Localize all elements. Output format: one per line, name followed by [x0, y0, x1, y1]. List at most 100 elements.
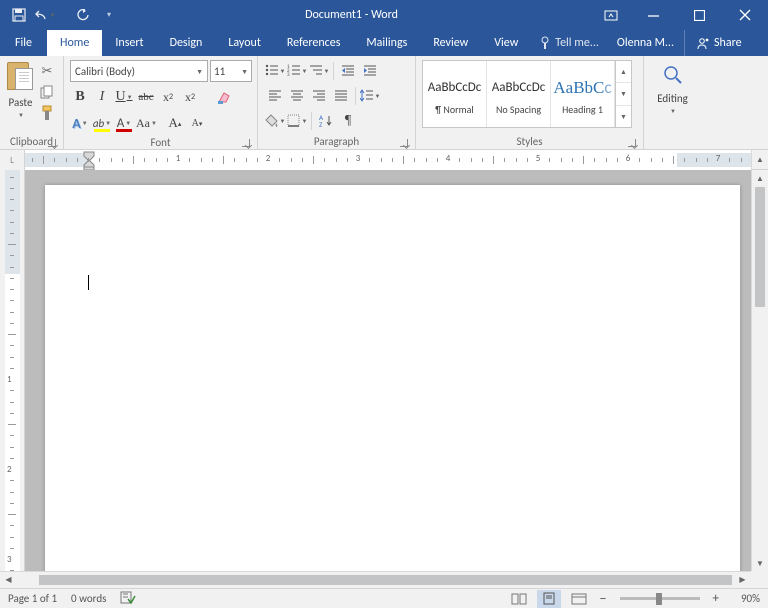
find-button[interactable] [662, 64, 684, 90]
bullets-button[interactable]: ▼ [264, 60, 286, 82]
window-controls [592, 0, 768, 30]
zoom-slider[interactable] [620, 597, 700, 600]
cut-button[interactable]: ✂ [37, 62, 57, 80]
vscroll-thumb[interactable] [755, 187, 765, 307]
format-painter-button[interactable] [37, 104, 57, 122]
ruler-vertical[interactable]: 123 [0, 170, 25, 588]
document-title: Document1 - Word [111, 8, 592, 22]
style-no-spacing[interactable]: AaBbCcDc No Spacing [487, 61, 551, 127]
redo-button[interactable] [72, 4, 94, 26]
minimize-button[interactable] [630, 0, 676, 30]
user-account[interactable]: Olenna M... [607, 30, 684, 56]
paste-button[interactable]: Paste ▼ [6, 60, 35, 119]
word-count[interactable]: 0 words [71, 592, 106, 605]
read-mode-button[interactable] [507, 590, 531, 608]
vertical-scrollbar[interactable]: ▲ ▼ [751, 170, 768, 572]
editing-label: Editing [657, 92, 688, 105]
share-button[interactable]: Share [684, 30, 754, 56]
italic-button[interactable]: I [92, 86, 112, 108]
align-left-button[interactable] [264, 85, 286, 107]
tab-design[interactable]: Design [157, 30, 216, 56]
font-launcher[interactable] [240, 137, 251, 148]
tab-references[interactable]: References [274, 30, 354, 56]
clipboard-launcher[interactable] [46, 137, 57, 148]
shrink-font-button[interactable]: A▾ [187, 112, 207, 134]
tab-file[interactable]: File [0, 30, 47, 56]
spell-check-icon[interactable] [120, 590, 136, 607]
multilevel-list-button[interactable]: ▼ [308, 60, 330, 82]
justify-button[interactable] [330, 85, 352, 107]
scroll-down-button[interactable]: ▼ [752, 555, 768, 572]
borders-button[interactable]: ▼ [286, 110, 308, 132]
tab-layout[interactable]: Layout [215, 30, 274, 56]
decrease-indent-button[interactable] [337, 60, 359, 82]
tab-selector[interactable]: L [0, 150, 25, 170]
tab-review[interactable]: Review [420, 30, 481, 56]
style-name-heading1: Heading 1 [562, 103, 603, 116]
ruler-toggle-button[interactable]: ▲ [751, 150, 768, 169]
zoom-out-button[interactable]: − [597, 590, 610, 607]
styles-gallery: AaBbCcDc ¶ Normal AaBbCcDc No Spacing Aa… [422, 60, 632, 128]
page-count[interactable]: Page 1 of 1 [8, 592, 57, 605]
styles-launcher[interactable] [626, 137, 637, 148]
zoom-in-button[interactable]: + [710, 591, 722, 606]
change-case-button[interactable]: Aa▼ [136, 112, 157, 134]
save-button[interactable] [8, 4, 30, 26]
tab-view[interactable]: View [481, 30, 531, 56]
share-label: Share [714, 36, 742, 50]
tell-me-search[interactable]: Tell me... [531, 30, 607, 56]
close-button[interactable] [722, 0, 768, 30]
grow-font-button[interactable]: A▴ [165, 112, 185, 134]
font-family-select[interactable]: Calibri (Body)▼ [70, 60, 208, 82]
scroll-left-button[interactable]: ◀ [0, 575, 17, 585]
zoom-slider-thumb[interactable] [656, 593, 662, 605]
document-scroll-area[interactable] [25, 170, 768, 588]
ribbon: Paste ▼ ✂ Clipboard Calibri (Body)▼ 11▼ … [0, 56, 768, 150]
font-color-button[interactable]: A▼ [114, 112, 134, 134]
scroll-right-button[interactable]: ▶ [734, 575, 751, 585]
web-layout-button[interactable] [567, 590, 591, 608]
clear-formatting-button[interactable] [214, 86, 234, 108]
line-spacing-button[interactable]: ▼ [359, 85, 381, 107]
style-heading-1[interactable]: AaBbCc Heading 1 [551, 61, 615, 127]
copy-button[interactable] [37, 83, 57, 101]
paragraph-launcher[interactable] [398, 137, 409, 148]
tab-insert[interactable]: Insert [102, 30, 156, 56]
shading-button[interactable]: ▼ [264, 110, 286, 132]
font-size-select[interactable]: 11▼ [210, 60, 252, 82]
numbering-button[interactable]: 123▼ [286, 60, 308, 82]
qat-customize-button[interactable]: ▾ [107, 10, 111, 20]
hruler[interactable]: 1234567 [25, 150, 751, 170]
superscript-button[interactable]: x2 [180, 86, 200, 108]
underline-button[interactable]: U▼ [114, 86, 134, 108]
styles-group-label: Styles [516, 135, 542, 148]
bold-button[interactable]: B [70, 86, 90, 108]
paste-label: Paste [9, 96, 33, 109]
zoom-level[interactable]: 90% [728, 592, 760, 605]
ribbon-options-button[interactable] [592, 0, 630, 30]
scroll-up-button[interactable]: ▲ [752, 170, 768, 187]
paste-icon [7, 62, 35, 94]
align-center-button[interactable] [286, 85, 308, 107]
maximize-button[interactable] [676, 0, 722, 30]
svg-text:3: 3 [287, 72, 290, 78]
strikethrough-button[interactable]: abc [136, 86, 156, 108]
highlight-button[interactable]: ab▼ [92, 112, 112, 134]
page[interactable] [45, 185, 740, 588]
styles-gallery-more[interactable]: ▲▼▼ [615, 61, 631, 127]
increase-indent-button[interactable] [359, 60, 381, 82]
sort-button[interactable]: AZ [315, 110, 337, 132]
print-layout-button[interactable] [537, 590, 561, 608]
undo-button[interactable]: ▼ [34, 4, 56, 26]
scroll-corner [751, 571, 768, 588]
subscript-button[interactable]: x2 [158, 86, 178, 108]
style-normal[interactable]: AaBbCcDc ¶ Normal [423, 61, 487, 127]
text-effects-button[interactable]: A▼ [70, 112, 90, 134]
status-bar: Page 1 of 1 0 words − + 90% [0, 588, 768, 608]
align-right-button[interactable] [308, 85, 330, 107]
tab-mailings[interactable]: Mailings [353, 30, 420, 56]
show-paragraph-marks-button[interactable]: ¶ [337, 110, 359, 132]
hscroll-thumb[interactable] [39, 575, 732, 585]
tab-home[interactable]: Home [47, 30, 102, 56]
horizontal-scrollbar[interactable]: ◀ ▶ [0, 571, 751, 588]
